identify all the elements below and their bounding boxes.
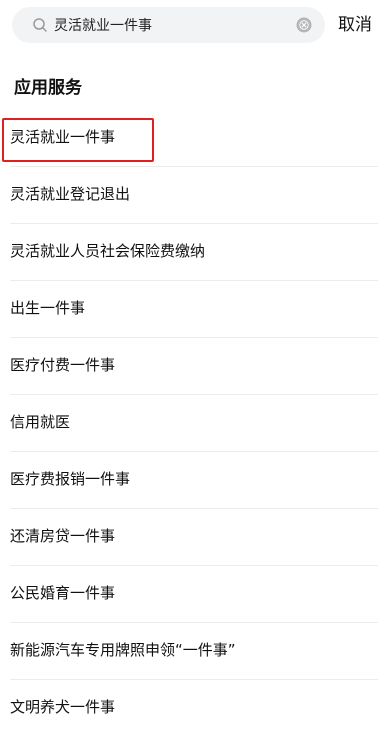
result-item-label: 灵活就业一件事 [10, 128, 116, 146]
result-item[interactable]: 灵活就业登记退出 [0, 167, 390, 224]
result-item-label: 公民婚育一件事 [10, 584, 116, 602]
result-item-label: 新能源汽车专用牌照申领“一件事” [10, 641, 236, 659]
result-item[interactable]: 文明养犬一件事 [0, 680, 390, 735]
result-list: 灵活就业一件事 灵活就业登记退出 灵活就业人员社会保险费缴纳 出生一件事 医疗付… [0, 110, 390, 735]
result-item-label: 文明养犬一件事 [10, 698, 116, 716]
result-item-label: 出生一件事 [10, 299, 86, 317]
result-item-label: 医疗付费一件事 [10, 356, 116, 374]
search-results-page: 取消 应用服务 灵活就业一件事 灵活就业登记退出 灵活就业人员社会保险费缴纳 出… [0, 0, 390, 735]
search-header: 取消 [0, 0, 390, 50]
result-item[interactable]: 医疗付费一件事 [0, 338, 390, 395]
cancel-button[interactable]: 取消 [338, 13, 382, 37]
result-item[interactable]: 信用就医 [0, 395, 390, 452]
result-item[interactable]: 医疗费报销一件事 [0, 452, 390, 509]
result-item[interactable]: 新能源汽车专用牌照申领“一件事” [0, 623, 390, 680]
result-item[interactable]: 还清房贷一件事 [0, 509, 390, 566]
result-item-label: 医疗费报销一件事 [10, 470, 131, 488]
result-item[interactable]: 公民婚育一件事 [0, 566, 390, 623]
result-item-label: 灵活就业人员社会保险费缴纳 [10, 242, 206, 260]
result-item[interactable]: 出生一件事 [0, 281, 390, 338]
clear-icon[interactable] [296, 17, 312, 33]
search-input[interactable] [54, 7, 294, 43]
result-item-label: 信用就医 [10, 413, 71, 431]
search-icon [33, 18, 47, 32]
search-box[interactable] [12, 7, 325, 43]
result-item[interactable]: 灵活就业一件事 [0, 110, 390, 167]
result-item-label: 灵活就业登记退出 [10, 185, 131, 203]
result-item-label: 还清房贷一件事 [10, 527, 116, 545]
section-title: 应用服务 [14, 78, 82, 98]
result-item[interactable]: 灵活就业人员社会保险费缴纳 [0, 224, 390, 281]
